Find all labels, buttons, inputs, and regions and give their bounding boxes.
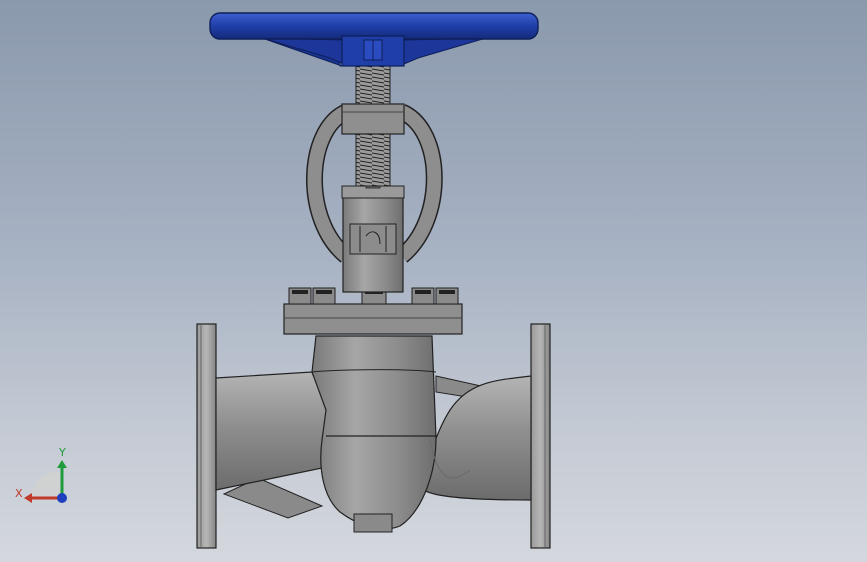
axis-triad: X Y [15,446,67,503]
cad-viewport[interactable]: X Y [0,0,867,562]
y-axis-label: Y [58,446,66,459]
z-axis-dot [57,493,67,503]
x-axis-label: X [15,487,23,500]
